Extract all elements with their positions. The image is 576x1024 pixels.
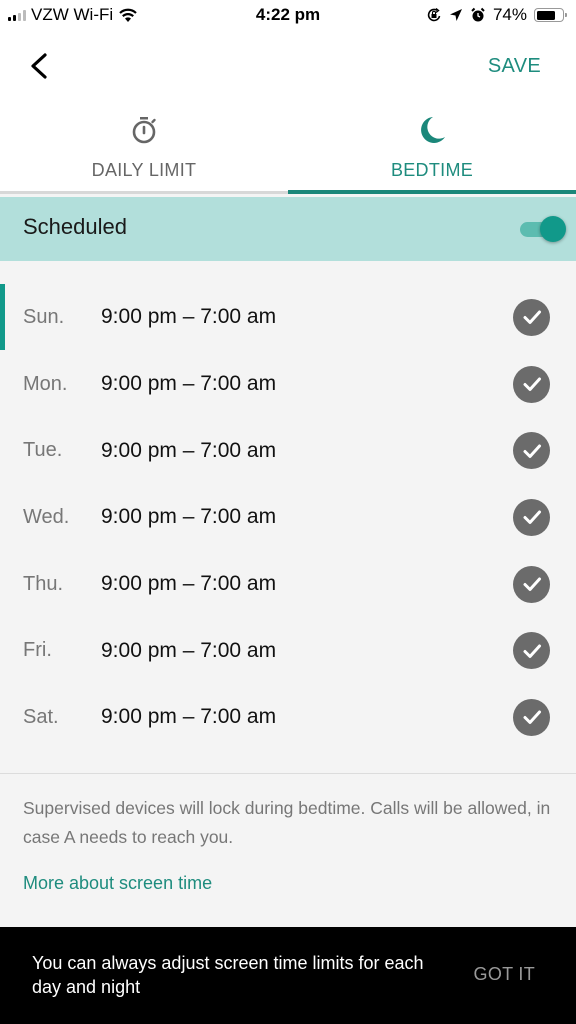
check-circle-icon[interactable]: [513, 432, 550, 470]
battery-percent: 74%: [492, 5, 527, 24]
day-row-thursday[interactable]: Thu. 9:00 pm – 7:00 am: [0, 551, 576, 618]
day-row-sunday[interactable]: Sun. 9:00 pm – 7:00 am: [0, 284, 576, 351]
chevron-left-icon: [31, 53, 47, 79]
info-text: Supervised devices will lock during bedt…: [23, 798, 551, 847]
day-row-saturday[interactable]: Sat. 9:00 pm – 7:00 am: [0, 684, 576, 751]
scheduled-row: Scheduled: [0, 197, 576, 261]
day-name: Sat.: [23, 705, 59, 728]
more-about-screen-time-link[interactable]: More about screen time: [23, 873, 212, 894]
battery-icon: [534, 8, 567, 22]
day-time: 9:00 pm – 7:00 am: [101, 372, 277, 396]
day-name: Tue.: [23, 439, 63, 462]
battery-fill: [536, 10, 555, 20]
tab-label: DAILY LIMIT: [91, 160, 197, 180]
check-circle-icon[interactable]: [513, 698, 550, 736]
snackbar-message: You can always adjust screen time limits…: [32, 953, 424, 997]
location-icon: [449, 9, 462, 21]
day-name: Wed.: [23, 505, 70, 528]
day-time: 9:00 pm – 7:00 am: [101, 305, 277, 329]
tab-daily-limit[interactable]: DAILY LIMIT: [0, 104, 288, 191]
scheduled-label: Scheduled: [23, 214, 127, 239]
nav-bar: SAVE: [0, 32, 576, 104]
alarm-icon: [471, 7, 485, 22]
day-time: 9:00 pm – 7:00 am: [101, 438, 277, 462]
day-row-tuesday[interactable]: Tue. 9:00 pm – 7:00 am: [0, 417, 576, 484]
check-circle-icon[interactable]: [513, 632, 550, 670]
day-row-monday[interactable]: Mon. 9:00 pm – 7:00 am: [0, 351, 576, 418]
day-row-friday[interactable]: Fri. 9:00 pm – 7:00 am: [0, 617, 576, 684]
tab-bedtime[interactable]: BEDTIME: [288, 104, 576, 194]
day-name: Thu.: [23, 572, 64, 595]
day-time: 9:00 pm – 7:00 am: [101, 505, 277, 529]
status-bar: VZW Wi-Fi 4:22 pm 74%: [0, 0, 576, 32]
check-circle-icon[interactable]: [513, 365, 550, 403]
day-name: Fri.: [23, 639, 52, 662]
scheduled-toggle[interactable]: [514, 214, 566, 244]
orientation-lock-icon: [427, 7, 441, 22]
back-button[interactable]: [24, 50, 56, 82]
day-name: Mon.: [23, 372, 68, 395]
tab-label: BEDTIME: [390, 160, 474, 180]
day-row-wednesday[interactable]: Wed. 9:00 pm – 7:00 am: [0, 484, 576, 551]
check-circle-icon[interactable]: [513, 565, 550, 603]
day-name: Sun.: [23, 305, 65, 328]
toggle-knob: [540, 216, 566, 242]
snackbar: You can always adjust screen time limits…: [0, 927, 576, 1024]
divider: [0, 773, 576, 774]
got-it-button[interactable]: GOT IT: [474, 964, 535, 985]
save-button[interactable]: SAVE: [488, 55, 541, 78]
check-circle-icon[interactable]: [513, 298, 550, 336]
status-right: 74%: [426, 5, 567, 25]
tab-bar: DAILY LIMIT BEDTIME: [0, 104, 576, 194]
moon-icon: [421, 117, 445, 143]
day-list: Sun. 9:00 pm – 7:00 am Mon. 9:00 pm – 7:…: [0, 284, 576, 751]
day-time: 9:00 pm – 7:00 am: [101, 572, 277, 596]
day-time: 9:00 pm – 7:00 am: [101, 705, 277, 729]
check-circle-icon[interactable]: [513, 498, 550, 536]
day-time: 9:00 pm – 7:00 am: [101, 638, 277, 662]
stopwatch-icon: [132, 117, 156, 144]
